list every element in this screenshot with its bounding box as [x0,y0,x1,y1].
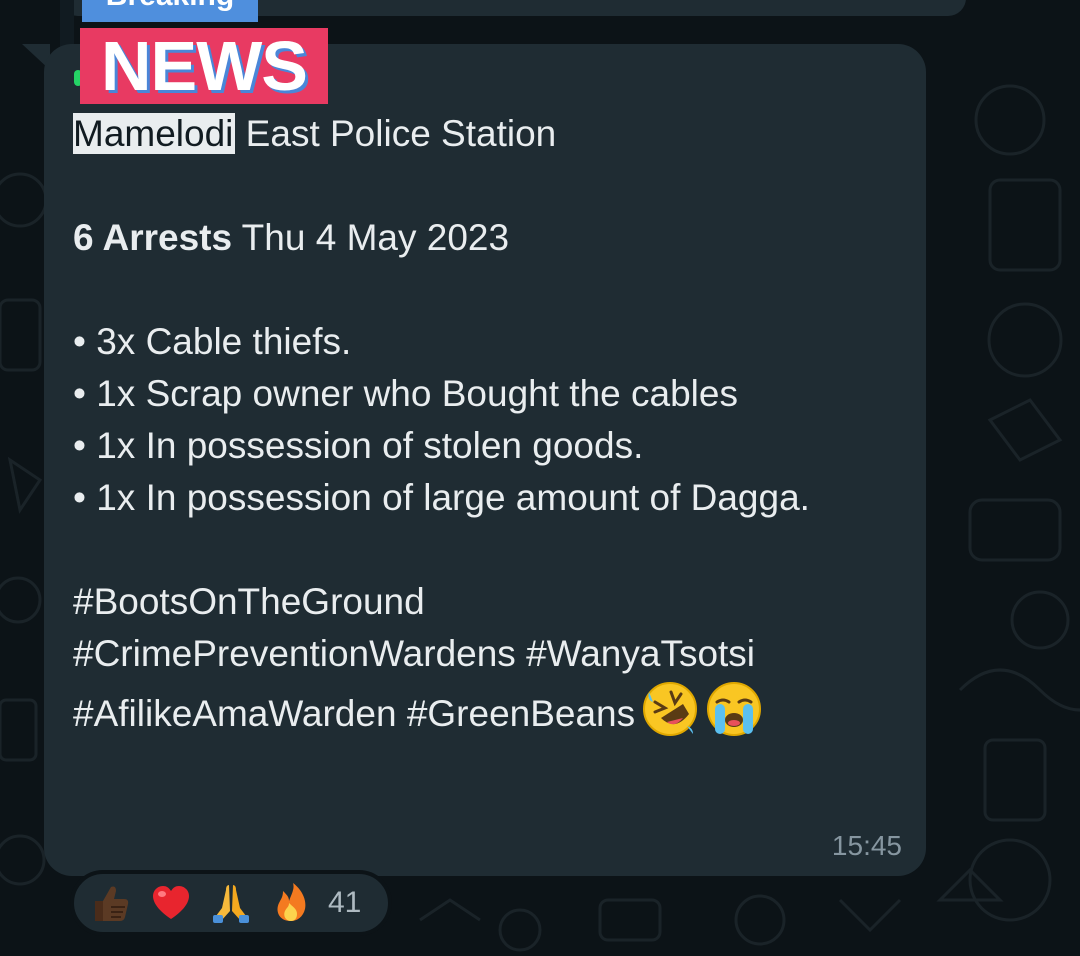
breaking-badge: Breaking [82,0,258,22]
news-badge-text: NEWS [101,27,308,105]
thumbs-up-dark-skin-icon [88,880,134,926]
hashtag-line: #BootsOnTheGround [73,581,425,622]
fire-icon [268,880,314,926]
arrests-count: 6 Arrests [73,217,233,258]
bullet-item: • 3x Cable thiefs. [73,321,352,362]
loudly-crying-face-emoji [705,680,763,752]
selected-word[interactable]: Mamelodi [73,113,236,154]
folded-hands-icon [208,880,254,926]
station-rest: East Police Station [235,113,557,154]
hashtag-text: #AfilikeAmaWarden #GreenBeans [73,692,636,734]
station-line: Mamelodi East Police Station [73,108,903,160]
hashtag-line: #CrimePreventionWardens #WanyaTsotsi [73,633,756,674]
message-timestamp: 15:45 [831,830,902,861]
reactions-bar[interactable]: 41 [70,870,392,936]
rolling-on-floor-laughing-emoji [641,680,699,752]
bullet-item: • 1x In possession of large amount of Da… [73,477,810,518]
reaction-count: 41 [328,886,362,919]
bullet-item: • 1x Scrap owner who Bought the cables [73,373,738,414]
red-heart-icon [148,880,194,926]
arrests-date: Thu 4 May 2023 [232,217,510,258]
news-badge: NEWS [80,28,328,104]
arrests-line: 6 Arrests Thu 4 May 2023 [73,212,903,264]
message-text[interactable]: Mamelodi East Police Station 6 Arrests T… [73,108,903,752]
bullet-item: • 1x In possession of stolen goods. [73,425,644,466]
hashtag-line-with-emoji: #AfilikeAmaWarden #GreenBeans [73,680,903,752]
